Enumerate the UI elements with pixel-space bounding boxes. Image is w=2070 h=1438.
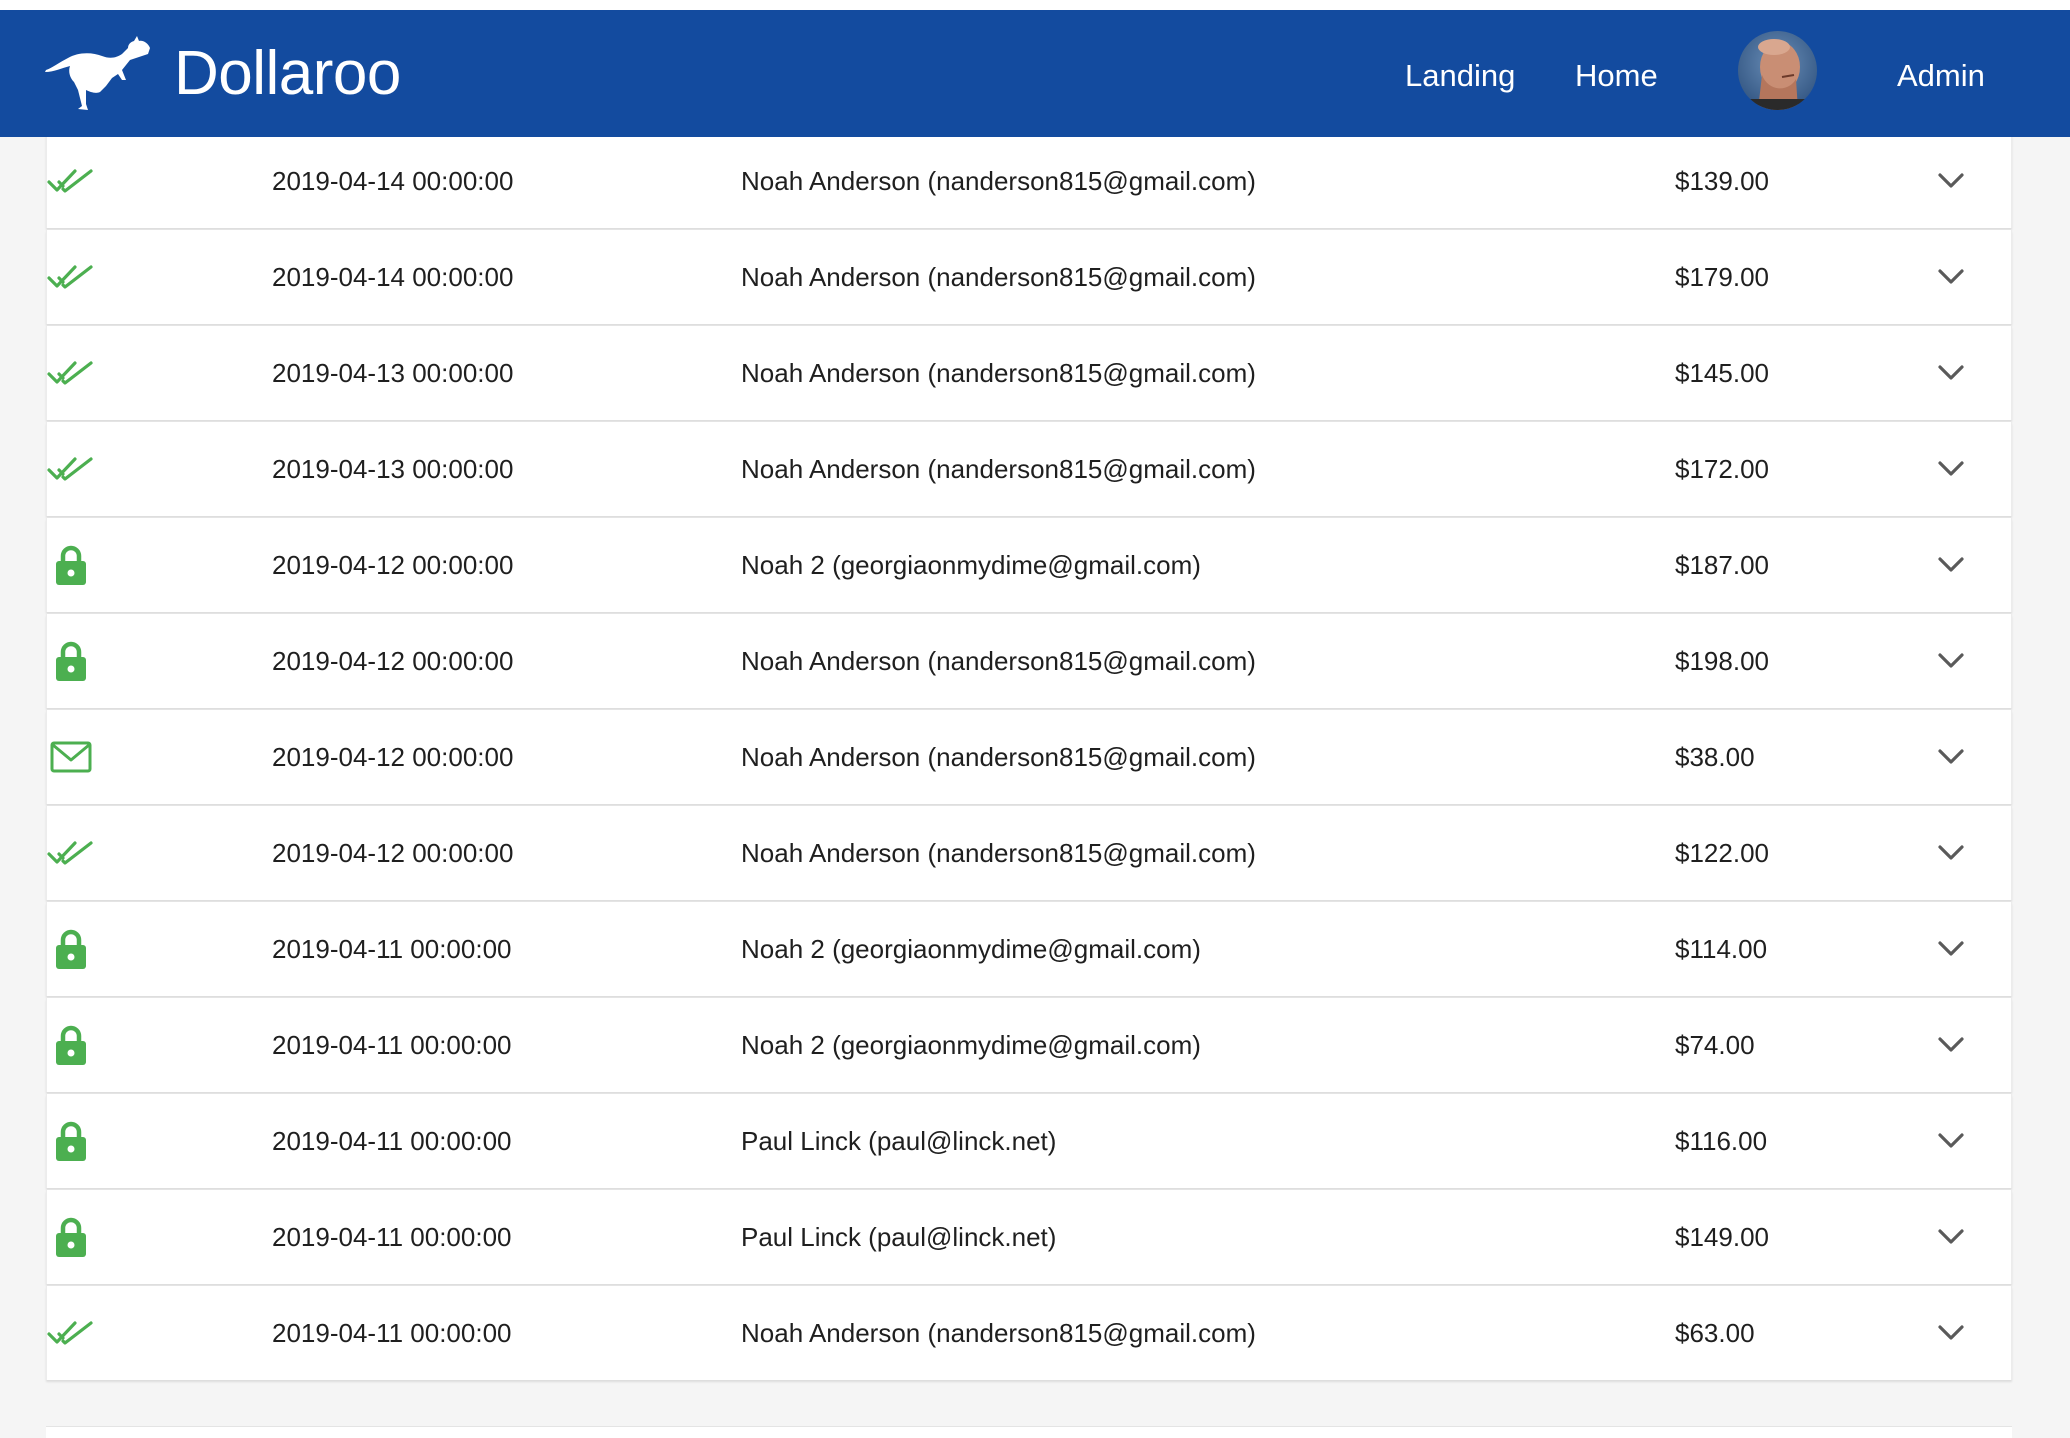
transaction-date: 2019-04-11 00:00:00 (272, 1126, 512, 1156)
transaction-row[interactable]: 2019-04-12 00:00:00 Noah 2 (georgiaonmyd… (46, 518, 2012, 612)
transaction-customer: Paul Linck (paul@linck.net) (741, 1222, 1057, 1252)
expand-chevron-icon[interactable] (1931, 614, 1971, 708)
transaction-amount: $172.00 (1675, 454, 1769, 484)
transaction-customer: Noah Anderson (nanderson815@gmail.com) (741, 166, 1256, 196)
transaction-date: 2019-04-13 00:00:00 (272, 358, 514, 388)
nav-home-link[interactable]: Home (1575, 58, 1658, 94)
transaction-customer: Noah Anderson (nanderson815@gmail.com) (741, 838, 1256, 868)
top-strip (0, 0, 2070, 10)
expand-chevron-icon[interactable] (1931, 134, 1971, 228)
expand-chevron-icon[interactable] (1931, 710, 1971, 804)
transaction-amount: $38.00 (1675, 742, 1755, 772)
expand-chevron-icon[interactable] (1931, 806, 1971, 900)
lock-icon (47, 1190, 95, 1284)
transaction-row[interactable]: 2019-04-13 00:00:00 Noah Anderson (nande… (46, 422, 2012, 516)
transaction-row[interactable]: 2019-04-11 00:00:00 Paul Linck (paul@lin… (46, 1190, 2012, 1284)
transaction-list: 2019-04-14 00:00:00 Noah Anderson (nande… (46, 82, 2012, 1382)
double-check-icon (47, 1286, 95, 1380)
nav-landing-link[interactable]: Landing (1405, 58, 1515, 94)
transaction-row[interactable]: 2019-04-12 00:00:00 Noah Anderson (nande… (46, 806, 2012, 900)
transaction-amount: $122.00 (1675, 838, 1769, 868)
expand-chevron-icon[interactable] (1931, 230, 1971, 324)
transaction-customer: Noah Anderson (nanderson815@gmail.com) (741, 262, 1256, 292)
transaction-amount: $114.00 (1675, 934, 1768, 964)
transaction-amount: $145.00 (1675, 358, 1769, 388)
transaction-customer: Noah 2 (georgiaonmydime@gmail.com) (741, 550, 1201, 580)
transaction-row[interactable]: 2019-04-12 00:00:00 Noah Anderson (nande… (46, 614, 2012, 708)
lock-icon (47, 902, 95, 996)
transaction-row[interactable]: 2019-04-11 00:00:00 Noah 2 (georgiaonmyd… (46, 902, 2012, 996)
expand-chevron-icon[interactable] (1931, 1286, 1971, 1380)
transaction-customer: Noah Anderson (nanderson815@gmail.com) (741, 742, 1256, 772)
lock-icon (47, 998, 95, 1092)
navbar: Dollaroo Landing Home Admin (0, 10, 2070, 137)
brand[interactable]: Dollaroo (44, 24, 401, 124)
transaction-amount: $74.00 (1675, 1030, 1755, 1060)
double-check-icon (47, 806, 95, 900)
transaction-customer: Paul Linck (paul@linck.net) (741, 1126, 1057, 1156)
expand-chevron-icon[interactable] (1931, 518, 1971, 612)
transaction-customer: Noah 2 (georgiaonmydime@gmail.com) (741, 934, 1201, 964)
transaction-amount: $187.00 (1675, 550, 1769, 580)
transaction-date: 2019-04-12 00:00:00 (272, 646, 514, 676)
transaction-row[interactable]: 2019-04-14 00:00:00 Noah Anderson (nande… (46, 134, 2012, 228)
transaction-amount: $149.00 (1675, 1222, 1769, 1252)
transaction-amount: $179.00 (1675, 262, 1769, 292)
transaction-date: 2019-04-12 00:00:00 (272, 742, 514, 772)
transaction-amount: $116.00 (1675, 1126, 1768, 1156)
lock-icon (47, 614, 95, 708)
expand-chevron-icon[interactable] (1931, 1190, 1971, 1284)
transaction-date: 2019-04-13 00:00:00 (272, 454, 514, 484)
transaction-row[interactable]: 2019-04-13 00:00:00 Noah Anderson (nande… (46, 326, 2012, 420)
expand-chevron-icon[interactable] (1931, 326, 1971, 420)
next-row-partial (46, 1426, 2012, 1438)
user-avatar[interactable] (1738, 31, 1817, 110)
transaction-row[interactable]: 2019-04-12 00:00:00 Noah Anderson (nande… (46, 710, 2012, 804)
double-check-icon (47, 230, 95, 324)
lock-icon (47, 1094, 95, 1188)
transaction-date: 2019-04-14 00:00:00 (272, 262, 514, 292)
transaction-customer: Noah 2 (georgiaonmydime@gmail.com) (741, 1030, 1201, 1060)
transaction-date: 2019-04-11 00:00:00 (272, 1318, 512, 1348)
transaction-amount: $198.00 (1675, 646, 1769, 676)
expand-chevron-icon[interactable] (1931, 1094, 1971, 1188)
expand-chevron-icon[interactable] (1931, 998, 1971, 1092)
transaction-amount: $63.00 (1675, 1318, 1755, 1348)
transaction-row[interactable]: 2019-04-11 00:00:00 Noah 2 (georgiaonmyd… (46, 998, 2012, 1092)
transaction-date: 2019-04-11 00:00:00 (272, 1222, 512, 1252)
double-check-icon (47, 326, 95, 420)
transaction-amount: $139.00 (1675, 166, 1769, 196)
transaction-row[interactable]: 2019-04-14 00:00:00 Noah Anderson (nande… (46, 230, 2012, 324)
double-check-icon (47, 134, 95, 228)
transaction-customer: Noah Anderson (nanderson815@gmail.com) (741, 358, 1256, 388)
expand-chevron-icon[interactable] (1931, 902, 1971, 996)
transaction-customer: Noah Anderson (nanderson815@gmail.com) (741, 454, 1256, 484)
app-name: Dollaroo (174, 39, 401, 108)
transaction-row[interactable]: 2019-04-11 00:00:00 Noah Anderson (nande… (46, 1286, 2012, 1380)
transaction-date: 2019-04-14 00:00:00 (272, 166, 514, 196)
transaction-customer: Noah Anderson (nanderson815@gmail.com) (741, 1318, 1256, 1348)
lock-icon (47, 518, 95, 612)
nav-admin-link[interactable]: Admin (1897, 58, 1985, 94)
transaction-row[interactable]: 2019-04-11 00:00:00 Paul Linck (paul@lin… (46, 1094, 2012, 1188)
transaction-date: 2019-04-12 00:00:00 (272, 550, 514, 580)
double-check-icon (47, 422, 95, 516)
transaction-date: 2019-04-11 00:00:00 (272, 1030, 512, 1060)
transaction-date: 2019-04-12 00:00:00 (272, 838, 514, 868)
envelope-icon (47, 710, 95, 804)
expand-chevron-icon[interactable] (1931, 422, 1971, 516)
page: 2019-04-14 00:00:00 Noah Anderson (nande… (0, 0, 2070, 1438)
transaction-date: 2019-04-11 00:00:00 (272, 934, 512, 964)
kangaroo-logo-icon (45, 36, 150, 110)
transaction-customer: Noah Anderson (nanderson815@gmail.com) (741, 646, 1256, 676)
